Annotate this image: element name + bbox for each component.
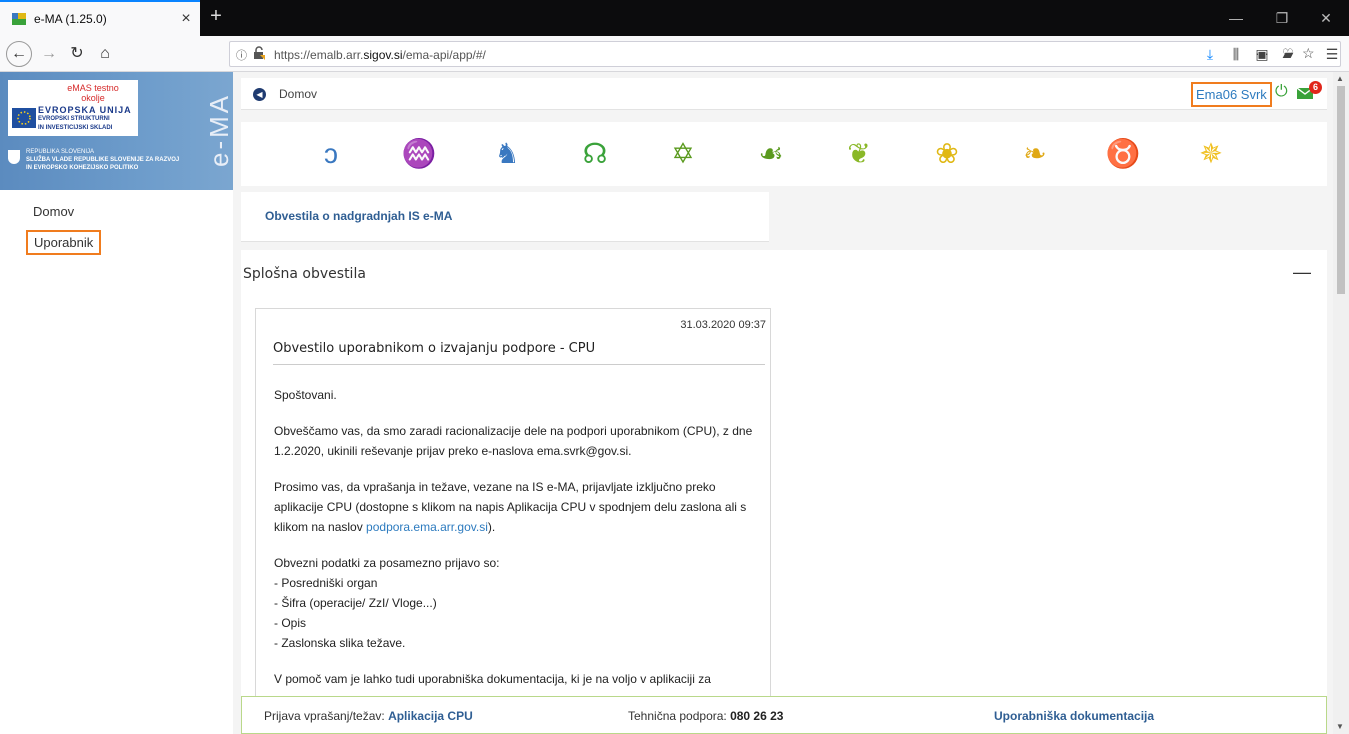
- footer-docs: Uporabniška dokumentacija: [994, 709, 1154, 723]
- app-logo[interactable]: eMAS testno okolje EVROPSKA UNIJA EVROPS…: [0, 72, 233, 190]
- module-icon-bar: ↄ ♒ ♞ ☊ ✡ ☙ ❦ ❀ ❧ ♉ ✵: [241, 122, 1327, 186]
- browser-toolbar: ← → ↻ ⌂ ⓘ https://emalb.arr.sigov.si/ema…: [0, 36, 1349, 72]
- notice-date: 31.03.2020 09:37: [680, 319, 766, 331]
- notice-title: Obvestilo uporabnikom o izvajanju podpor…: [273, 341, 765, 365]
- back-icon[interactable]: ←: [6, 41, 32, 67]
- general-notices-title: Splošna obvestila: [243, 266, 366, 282]
- reload-icon[interactable]: ↻: [64, 41, 90, 67]
- address-bar[interactable]: ⓘ https://emalb.arr.sigov.si/ema-api/app…: [229, 41, 1341, 67]
- forward-icon[interactable]: →: [36, 41, 62, 67]
- eu-text: EVROPSKA UNIJA EVROPSKI STRUKTURNI IN IN…: [38, 105, 132, 132]
- support-portal-link[interactable]: podpora.ema.arr.gov.si: [366, 520, 488, 534]
- breadcrumb: ◀ Domov Ema06 Svrk ⏻ 6: [241, 78, 1327, 110]
- upgrade-notices-link[interactable]: Obvestila o nadgradnjah IS e-MA: [265, 209, 452, 223]
- close-tab-icon[interactable]: ×: [172, 10, 200, 28]
- tab-title: e-MA (1.25.0): [34, 12, 107, 26]
- collapse-icon[interactable]: —: [1293, 262, 1311, 283]
- notice-card: 31.03.2020 09:37 Obvestilo uporabnikom o…: [255, 308, 771, 708]
- bookmark-star-icon[interactable]: ☆: [1302, 45, 1315, 62]
- ema-vertical-logo: e-MA: [204, 92, 233, 168]
- info-icon[interactable]: ⓘ: [236, 47, 247, 63]
- close-window-icon[interactable]: ✕: [1303, 0, 1349, 36]
- module-4-icon[interactable]: ☊: [577, 136, 613, 172]
- sidebar-item-user[interactable]: Uporabnik: [26, 230, 102, 255]
- browser-tab[interactable]: e-MA (1.25.0) ×: [0, 0, 200, 36]
- minimize-icon[interactable]: —: [1213, 0, 1259, 36]
- library-icon[interactable]: ⫼: [1226, 41, 1246, 67]
- module-1-icon[interactable]: ↄ: [313, 136, 349, 172]
- menu-icon[interactable]: ☰: [1322, 41, 1342, 67]
- module-10-icon[interactable]: ♉: [1105, 136, 1141, 172]
- restore-icon[interactable]: ❐: [1259, 0, 1305, 36]
- download-icon[interactable]: ⤓: [1200, 41, 1220, 67]
- module-3-icon[interactable]: ♞: [489, 136, 525, 172]
- slovenia-crest-icon: [8, 150, 20, 164]
- upgrade-notices-card: Obvestila o nadgradnjah IS e-MA: [241, 192, 769, 242]
- footer-bar: Prijava vprašanj/težav: Aplikacija CPU T…: [241, 696, 1327, 734]
- government-office-text: REPUBLIKA SLOVENIJA SLUŽBA VLADE REPUBLI…: [26, 149, 180, 171]
- module-9-icon[interactable]: ❧: [1017, 136, 1053, 172]
- new-tab-button[interactable]: +: [204, 4, 228, 30]
- notice-paragraph: Spoštovani.: [274, 388, 337, 402]
- module-5-icon[interactable]: ✡: [665, 136, 701, 172]
- logout-icon[interactable]: ⏻: [1275, 83, 1288, 101]
- general-notices-panel: Splošna obvestila — 31.03.2020 09:37 Obv…: [241, 250, 1327, 734]
- footer-support: Tehnična podpora: 080 26 23: [628, 709, 784, 723]
- module-11-icon[interactable]: ✵: [1193, 136, 1229, 172]
- scroll-down-icon[interactable]: ▼: [1336, 722, 1344, 731]
- notice-paragraph: Prosimo vas, da vprašanja in težave, vez…: [274, 480, 747, 534]
- url-text: https://emalb.arr.sigov.si/ema-api/app/#…: [274, 48, 486, 62]
- module-2-icon[interactable]: ♒: [401, 136, 437, 172]
- module-7-icon[interactable]: ❦: [841, 136, 877, 172]
- home-icon[interactable]: ⌂: [92, 41, 118, 67]
- scroll-up-icon[interactable]: ▲: [1336, 74, 1344, 83]
- test-environment-label: eMAS testno okolje: [67, 83, 119, 103]
- back-circle-icon[interactable]: ◀: [253, 88, 266, 101]
- footer-report: Prijava vprašanj/težav: Aplikacija CPU: [264, 709, 473, 723]
- extension-icon[interactable]: ▰: [1278, 41, 1298, 67]
- notice-required-data: Obvezni podatki za posamezno prijavo so:…: [274, 556, 500, 650]
- eu-flag-icon: [12, 108, 36, 128]
- insecure-lock-icon[interactable]: [252, 46, 266, 60]
- breadcrumb-home[interactable]: Domov: [279, 87, 317, 101]
- app-container: eMAS testno okolje EVROPSKA UNIJA EVROPS…: [0, 72, 1349, 734]
- eu-logo-card: eMAS testno okolje EVROPSKA UNIJA EVROPS…: [8, 80, 138, 136]
- user-docs-link[interactable]: Uporabniška dokumentacija: [994, 709, 1154, 723]
- notice-paragraph: V pomoč vam je lahko tudi uporabniška do…: [274, 672, 711, 686]
- browser-tab-strip: e-MA (1.25.0) × + — ❐ ✕: [0, 0, 1349, 36]
- module-8-icon[interactable]: ❀: [929, 136, 965, 172]
- ema-favicon-icon: [12, 13, 26, 25]
- module-6-icon[interactable]: ☙: [753, 136, 789, 172]
- sidebar-toggle-icon[interactable]: ▣: [1252, 41, 1272, 67]
- user-name-link[interactable]: Ema06 Svrk: [1191, 82, 1272, 107]
- notice-paragraph: Obveščamo vas, da smo zaradi racionaliza…: [274, 424, 753, 458]
- sidebar: eMAS testno okolje EVROPSKA UNIJA EVROPS…: [0, 72, 233, 734]
- cpu-app-link[interactable]: Aplikacija CPU: [388, 709, 473, 723]
- page-scrollbar[interactable]: ▲ ▼: [1333, 72, 1349, 734]
- mail-count-badge: 6: [1309, 81, 1322, 94]
- scroll-thumb[interactable]: [1337, 86, 1345, 294]
- sidebar-item-home[interactable]: Domov: [33, 204, 74, 219]
- main-content: ◀ Domov Ema06 Svrk ⏻ 6 ↄ ♒ ♞ ☊ ✡ ☙ ❦ ❀ ❧ ♉ ✵ Obves…: [233, 72, 1333, 734]
- notice-body: Spoštovani. Obveščamo vas, da smo zaradi…: [274, 385, 768, 705]
